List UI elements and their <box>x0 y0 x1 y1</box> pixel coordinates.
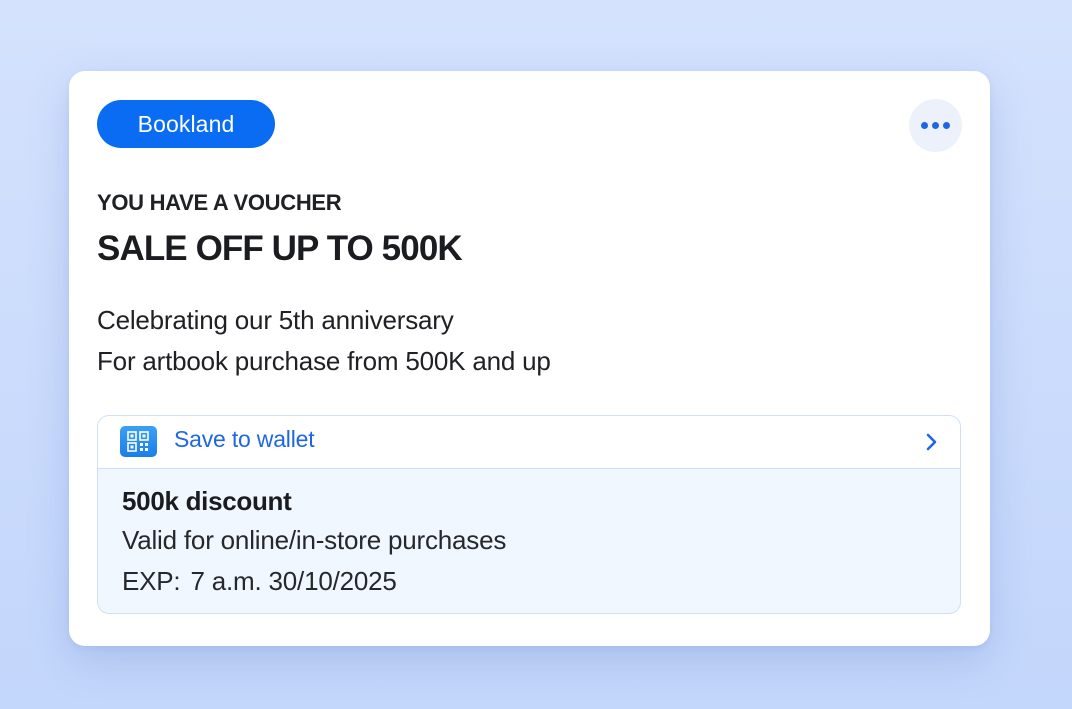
expiry-text: EXP: 7 a.m. 30/10/2025 <box>122 566 397 597</box>
voucher-description-line: Celebrating our 5th anniversary <box>97 305 454 335</box>
validity-text: Valid for online/in-store purchases <box>122 525 507 555</box>
save-to-wallet-row[interactable]: Save to wallet <box>98 416 960 469</box>
expiry-value: 7 a.m. 30/10/2025 <box>190 566 397 596</box>
voucher-description-line: For artbook purchase from 500K and up <box>97 346 551 376</box>
expiry-label: EXP: <box>122 566 181 596</box>
chevron-right-icon[interactable] <box>924 431 940 453</box>
voucher-details-panel: Save to wallet 500k discount Valid for o… <box>97 415 961 614</box>
more-options-button[interactable] <box>909 99 962 152</box>
voucher-eyebrow: YOU HAVE A VOUCHER <box>97 190 342 215</box>
voucher-headline: SALE OFF UP TO 500K <box>97 229 463 268</box>
qr-code-icon <box>120 426 157 457</box>
more-horizontal-icon <box>921 122 950 129</box>
brand-badge[interactable]: Bookland <box>97 100 275 148</box>
voucher-card: Bookland YOU HAVE A VOUCHER SALE OFF UP … <box>69 71 990 646</box>
discount-title: 500k discount <box>122 486 292 516</box>
save-to-wallet-label[interactable]: Save to wallet <box>174 426 315 453</box>
